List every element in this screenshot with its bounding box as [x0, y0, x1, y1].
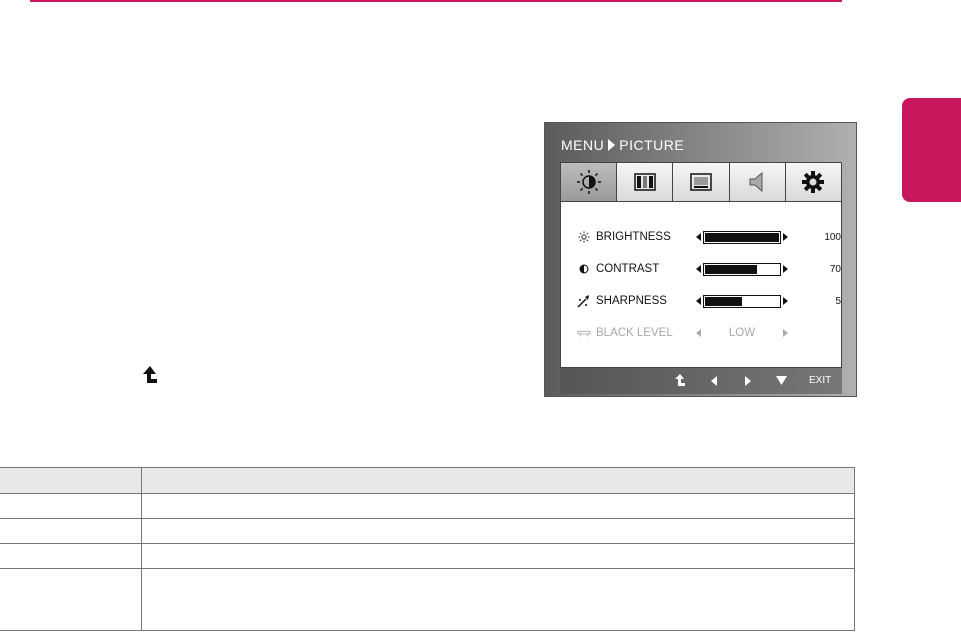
osd-panel: BRIGHTNESS 100 CONTRAST 70 SHARPNESS 5 B… [560, 162, 842, 368]
chapter-tab [902, 98, 961, 202]
osd-tab-row [561, 163, 842, 202]
osd-title-section: PICTURE [619, 137, 685, 153]
table-cell [0, 543, 142, 569]
contrast-value: 70 [829, 263, 841, 275]
tab-sound[interactable] [729, 163, 786, 201]
sharpness-slider[interactable] [696, 294, 788, 308]
table-cell [0, 493, 142, 519]
osd-footer: EXIT [560, 368, 842, 394]
osd-breadcrumb: MENU PICTURE [561, 137, 684, 153]
table-header-cell [141, 467, 855, 494]
osd-window: MENU PICTURE BRIGHTNESS 100 CONTRAST 70 … [544, 122, 857, 397]
table-cell [141, 518, 855, 544]
return-icon[interactable] [674, 374, 686, 387]
down-arrow-icon[interactable] [776, 376, 787, 385]
brightness-slider[interactable] [696, 230, 788, 244]
table-header-row [0, 467, 855, 494]
sun-icon [577, 230, 591, 244]
sharpness-icon [577, 294, 591, 308]
return-arrow-icon [143, 366, 157, 383]
table-cell [141, 568, 855, 631]
tab-picture[interactable] [561, 163, 618, 201]
left-arrow-icon[interactable] [710, 376, 718, 386]
table-row [0, 543, 855, 569]
table-cell [141, 493, 855, 519]
right-arrow-icon[interactable] [744, 376, 752, 386]
decrease-arrow-icon[interactable] [696, 233, 701, 241]
color-bars-icon [634, 173, 656, 191]
black-level-row: BLACK LEVEL LOW [577, 325, 788, 341]
sharpness-fill [705, 296, 742, 306]
increase-arrow-icon[interactable] [783, 297, 788, 305]
brightness-label: BRIGHTNESS [596, 231, 671, 243]
contrast-slider[interactable] [696, 262, 788, 276]
sound-icon [749, 171, 763, 193]
table-row [0, 518, 855, 544]
table-row [0, 493, 855, 519]
table-cell [141, 543, 855, 569]
contrast-fill [705, 264, 757, 274]
sharpness-label: SHARPNESS [596, 295, 667, 307]
table-cell [0, 568, 142, 631]
increase-arrow-icon[interactable] [783, 265, 788, 273]
contrast-row[interactable]: CONTRAST 70 [577, 261, 841, 277]
exit-button[interactable]: EXIT [809, 375, 831, 386]
brightness-value: 100 [824, 231, 841, 243]
right-arrow-icon [783, 329, 788, 337]
left-arrow-icon [696, 329, 701, 337]
table-cell [0, 518, 142, 544]
decrease-arrow-icon[interactable] [696, 265, 701, 273]
settings-table [0, 467, 855, 631]
picture-icon [576, 170, 601, 194]
osd-title-menu: MENU [561, 137, 605, 153]
brightness-fill [705, 232, 779, 242]
table-row [0, 568, 855, 631]
brightness-row[interactable]: BRIGHTNESS 100 [577, 229, 841, 245]
settings-icon [802, 171, 825, 193]
sharpness-value: 5 [835, 295, 841, 307]
black-level-option: LOW [728, 327, 756, 339]
top-rule [30, 0, 842, 2]
sharpness-row[interactable]: SHARPNESS 5 [577, 293, 841, 309]
increase-arrow-icon[interactable] [783, 233, 788, 241]
display-icon [690, 173, 712, 191]
black-level-selector: LOW [696, 327, 788, 339]
decrease-arrow-icon[interactable] [696, 297, 701, 305]
tab-display[interactable] [673, 163, 730, 201]
tab-settings[interactable] [785, 163, 842, 201]
contrast-label: CONTRAST [596, 263, 660, 275]
breadcrumb-arrow-icon [608, 139, 616, 151]
black-level-icon [577, 326, 591, 340]
black-level-label: BLACK LEVEL [596, 327, 673, 339]
table-header-cell [0, 467, 142, 494]
contrast-icon [577, 262, 591, 276]
tab-color[interactable] [617, 163, 674, 201]
